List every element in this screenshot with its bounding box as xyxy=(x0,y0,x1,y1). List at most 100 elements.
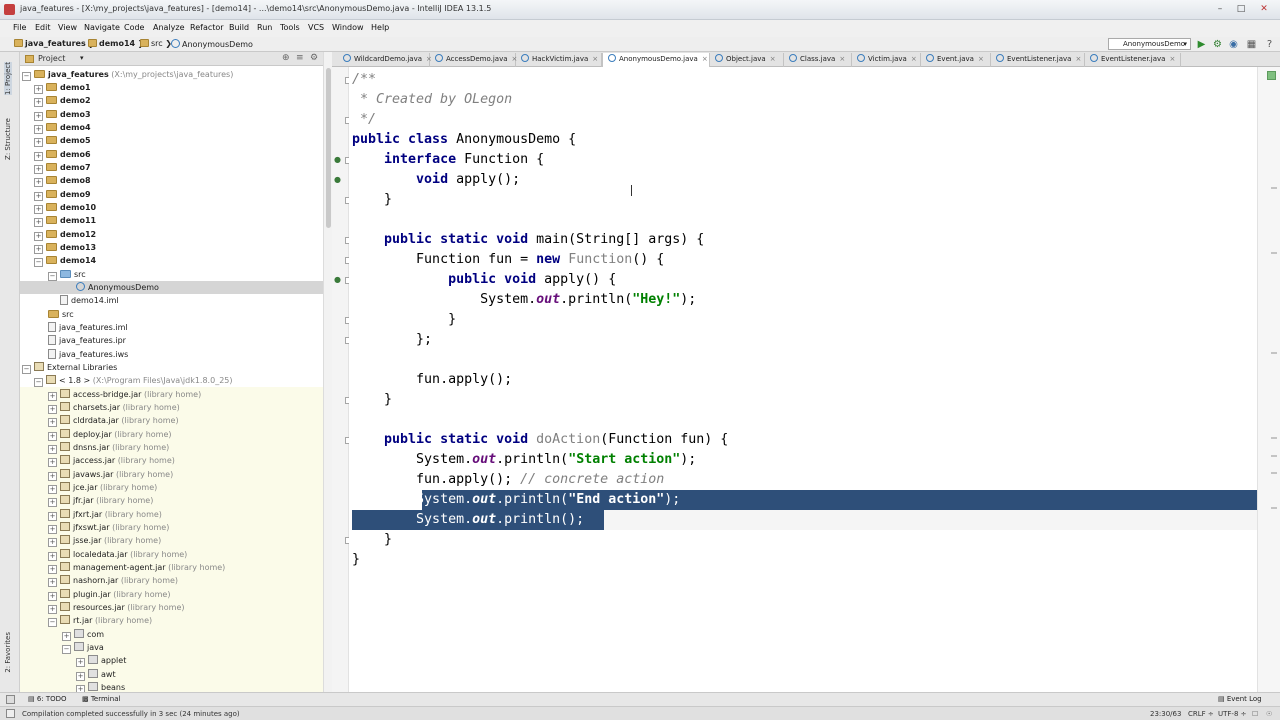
tree-package[interactable]: − java xyxy=(62,641,104,654)
tree-jar[interactable]: + access-bridge.jar (library home) xyxy=(48,388,201,401)
tree-jar[interactable]: + nashorn.jar (library home) xyxy=(48,574,178,587)
help-icon[interactable]: ? xyxy=(1264,39,1275,50)
settings-icon[interactable]: ▦ xyxy=(1246,39,1257,50)
tree-package[interactable]: + beans xyxy=(76,681,125,692)
tree-module[interactable]: + demo3 xyxy=(34,108,91,121)
status-message[interactable]: Compilation completed successfully in 3 … xyxy=(22,710,240,718)
menu-help[interactable]: Help xyxy=(371,23,389,32)
menu-view[interactable]: View xyxy=(58,23,77,32)
menu-navigate[interactable]: Navigate xyxy=(84,23,120,32)
tree-jar[interactable]: + jfxswt.jar (library home) xyxy=(48,521,169,534)
scrollbar-thumb[interactable] xyxy=(326,68,331,228)
tree-external-libraries[interactable]: − External Libraries xyxy=(22,361,117,374)
tree-module[interactable]: + demo8 xyxy=(34,174,91,187)
tab-class[interactable]: Class.java × xyxy=(784,53,852,67)
tree-jar[interactable]: − rt.jar (library home) xyxy=(48,614,152,627)
menu-refactor[interactable]: Refactor xyxy=(190,23,224,32)
breadcrumb-src[interactable]: src ❯ xyxy=(140,39,172,48)
tree-jdk[interactable]: − < 1.8 > (X:\Program Files\Java\jdk1.8.0… xyxy=(34,374,233,387)
run-icon[interactable]: ▶ xyxy=(1196,39,1207,50)
tree-module[interactable]: + demo12 xyxy=(34,228,96,241)
tree-selected-file[interactable]: AnonymousDemo xyxy=(20,281,323,294)
breadcrumb-module[interactable]: demo14 ❯ xyxy=(88,39,144,48)
tree-package[interactable]: + applet xyxy=(76,654,126,667)
menu-run[interactable]: Run xyxy=(257,23,272,32)
tree-src-folder[interactable]: − src xyxy=(48,268,86,281)
tree-jar[interactable]: + jfxrt.jar (library home) xyxy=(48,508,162,521)
tree-module[interactable]: + demo1 xyxy=(34,81,91,94)
tree-jar[interactable]: + plugin.jar (library home) xyxy=(48,588,170,601)
terminal-tool-button[interactable]: ▩ Terminal xyxy=(82,695,120,703)
tree-file[interactable]: java_features.iws xyxy=(48,348,128,361)
tree-jar[interactable]: + jce.jar (library home) xyxy=(48,481,157,494)
menu-vcs[interactable]: VCS xyxy=(308,23,324,32)
tree-module[interactable]: + demo2 xyxy=(34,94,91,107)
tree-file[interactable]: src xyxy=(48,308,74,321)
tree-root[interactable]: − java_features (X:\my_projects\java_feat… xyxy=(22,68,233,81)
menu-analyze[interactable]: Analyze xyxy=(153,23,185,32)
tree-module[interactable]: − demo14 xyxy=(34,254,96,267)
tree-jar[interactable]: + jsse.jar (library home) xyxy=(48,534,161,547)
tab-hackvictim[interactable]: HackVictim.java × xyxy=(516,53,602,67)
todo-tool-button[interactable]: ▤ 6: TODO xyxy=(28,695,67,703)
scroll-from-source-icon[interactable]: ⊕ xyxy=(282,53,290,63)
tree-jar[interactable]: + resources.jar (library home) xyxy=(48,601,184,614)
toggle-tool-windows-icon[interactable] xyxy=(6,695,15,704)
tree-file[interactable]: demo14.iml xyxy=(60,294,119,307)
favorites-tool-tab[interactable]: 2: Favorites xyxy=(4,632,12,673)
breadcrumb-project[interactable]: java_features ❯ xyxy=(14,39,95,48)
inspection-status-icon[interactable] xyxy=(1267,71,1276,80)
tree-jar[interactable]: + localedata.jar (library home) xyxy=(48,548,187,561)
tab-eventlistener-2[interactable]: EventListener.java × xyxy=(1085,53,1181,67)
gear-icon[interactable]: ⚙ xyxy=(310,53,318,63)
menu-window[interactable]: Window xyxy=(332,23,364,32)
tab-anonymousdemo[interactable]: AnonymousDemo.java × xyxy=(602,53,710,67)
tree-jar[interactable]: + javaws.jar (library home) xyxy=(48,468,173,481)
tab-event[interactable]: Event.java × xyxy=(921,53,991,67)
error-stripe[interactable] xyxy=(1257,67,1280,692)
editor-gutter[interactable]: ● ● ● xyxy=(332,67,352,692)
tree-jar[interactable]: + management-agent.jar (library home) xyxy=(48,561,225,574)
menu-tools[interactable]: Tools xyxy=(280,23,300,32)
tab-accessdemo[interactable]: AccessDemo.java × xyxy=(430,53,517,67)
run-configuration-select[interactable]: AnonymousDemo ▾ xyxy=(1108,38,1191,50)
tree-file[interactable]: java_features.iml xyxy=(48,321,128,334)
tree-module[interactable]: + demo5 xyxy=(34,134,91,147)
menu-code[interactable]: Code xyxy=(124,23,144,32)
code-editor[interactable]: /** * Created by OLegon */ public class … xyxy=(349,67,1257,692)
tree-jar[interactable]: + jfr.jar (library home) xyxy=(48,494,153,507)
caret-position[interactable]: 23:30/63 xyxy=(1150,710,1181,718)
maximize-button[interactable]: □ xyxy=(1233,3,1249,16)
debug-icon[interactable]: ⚙ xyxy=(1212,39,1223,50)
structure-tool-tab[interactable]: Z: Structure xyxy=(4,118,12,160)
lock-icon[interactable]: ☐ xyxy=(1252,710,1258,718)
tree-package[interactable]: + com xyxy=(62,628,104,641)
tree-jar[interactable]: + charsets.jar (library home) xyxy=(48,401,180,414)
line-separator[interactable]: CRLF ÷ xyxy=(1188,710,1214,718)
project-scrollbar[interactable] xyxy=(323,52,332,692)
tree-module[interactable]: + demo11 xyxy=(34,214,96,227)
project-tool-tab[interactable]: 1: Project xyxy=(4,62,12,95)
event-log-button[interactable]: ▤ Event Log xyxy=(1218,695,1262,703)
chevron-down-icon[interactable]: ▾ xyxy=(80,54,84,62)
tree-package[interactable]: + awt xyxy=(76,668,116,681)
tree-jar[interactable]: + cldrdata.jar (library home) xyxy=(48,414,179,427)
tree-module[interactable]: + demo9 xyxy=(34,188,91,201)
collapse-all-icon[interactable]: ≡ xyxy=(296,53,304,63)
tree-jar[interactable]: + jaccess.jar (library home) xyxy=(48,454,175,467)
tree-module[interactable]: + demo7 xyxy=(34,161,91,174)
breadcrumb-class[interactable]: AnonymousDemo xyxy=(171,39,253,49)
tree-module[interactable]: + demo6 xyxy=(34,148,91,161)
close-button[interactable]: ✕ xyxy=(1256,3,1272,16)
tree-file[interactable]: java_features.ipr xyxy=(48,334,126,347)
tree-module[interactable]: + demo13 xyxy=(34,241,96,254)
memory-indicator-icon[interactable]: ☉ xyxy=(1266,710,1272,718)
tree-module[interactable]: + demo10 xyxy=(34,201,96,214)
menu-build[interactable]: Build xyxy=(229,23,249,32)
project-view-selector[interactable]: Project xyxy=(38,54,65,63)
tree-jar[interactable]: + deploy.jar (library home) xyxy=(48,428,172,441)
tab-object[interactable]: Object.java × xyxy=(710,53,784,67)
file-encoding[interactable]: UTF-8 ÷ xyxy=(1218,710,1247,718)
minimize-button[interactable]: – xyxy=(1212,3,1228,16)
menu-edit[interactable]: Edit xyxy=(35,23,51,32)
